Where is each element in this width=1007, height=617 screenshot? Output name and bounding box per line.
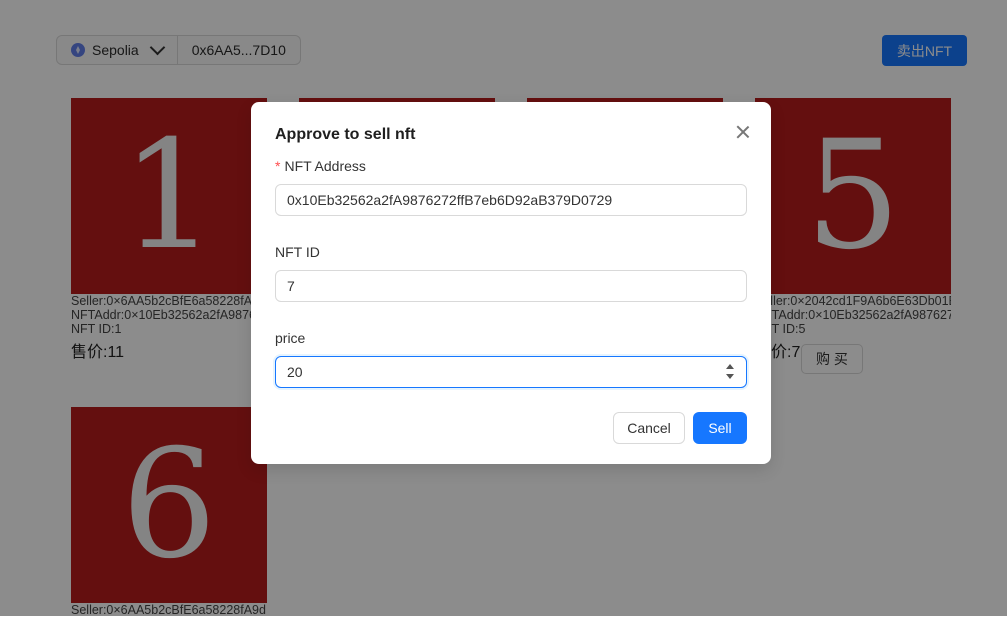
required-mark: *	[275, 158, 281, 174]
nft-address-value: 0x10Eb32562a2fA9876272ffB7eb6D92aB379D07…	[287, 192, 613, 208]
approve-sell-modal: Approve to sell nft * NFT Address 0x10Eb3…	[251, 102, 771, 464]
modal-title: Approve to sell nft	[275, 126, 416, 143]
cancel-button[interactable]: Cancel	[613, 412, 685, 444]
nft-id-input[interactable]: 7	[275, 270, 747, 302]
price-value: 20	[287, 364, 303, 380]
sell-button[interactable]: Sell	[693, 412, 747, 444]
price-label: price	[275, 330, 306, 346]
stepper-up-icon[interactable]	[726, 364, 734, 369]
price-input[interactable]: 20	[275, 356, 747, 388]
nft-id-label: NFT ID	[275, 244, 320, 260]
stepper-down-icon[interactable]	[726, 374, 734, 379]
nft-address-label: * NFT Address	[275, 158, 366, 174]
marketplace-page: Sepolia 0x6AA5...7D10 卖出NFT 1 Seller:0×6…	[0, 0, 1007, 617]
nft-address-input[interactable]: 0x10Eb32562a2fA9876272ffB7eb6D92aB379D07…	[275, 184, 747, 216]
number-stepper-icon[interactable]	[726, 363, 736, 381]
close-icon[interactable]	[733, 122, 753, 142]
nft-id-value: 7	[287, 278, 295, 294]
nft-address-label-text: NFT Address	[284, 158, 366, 174]
